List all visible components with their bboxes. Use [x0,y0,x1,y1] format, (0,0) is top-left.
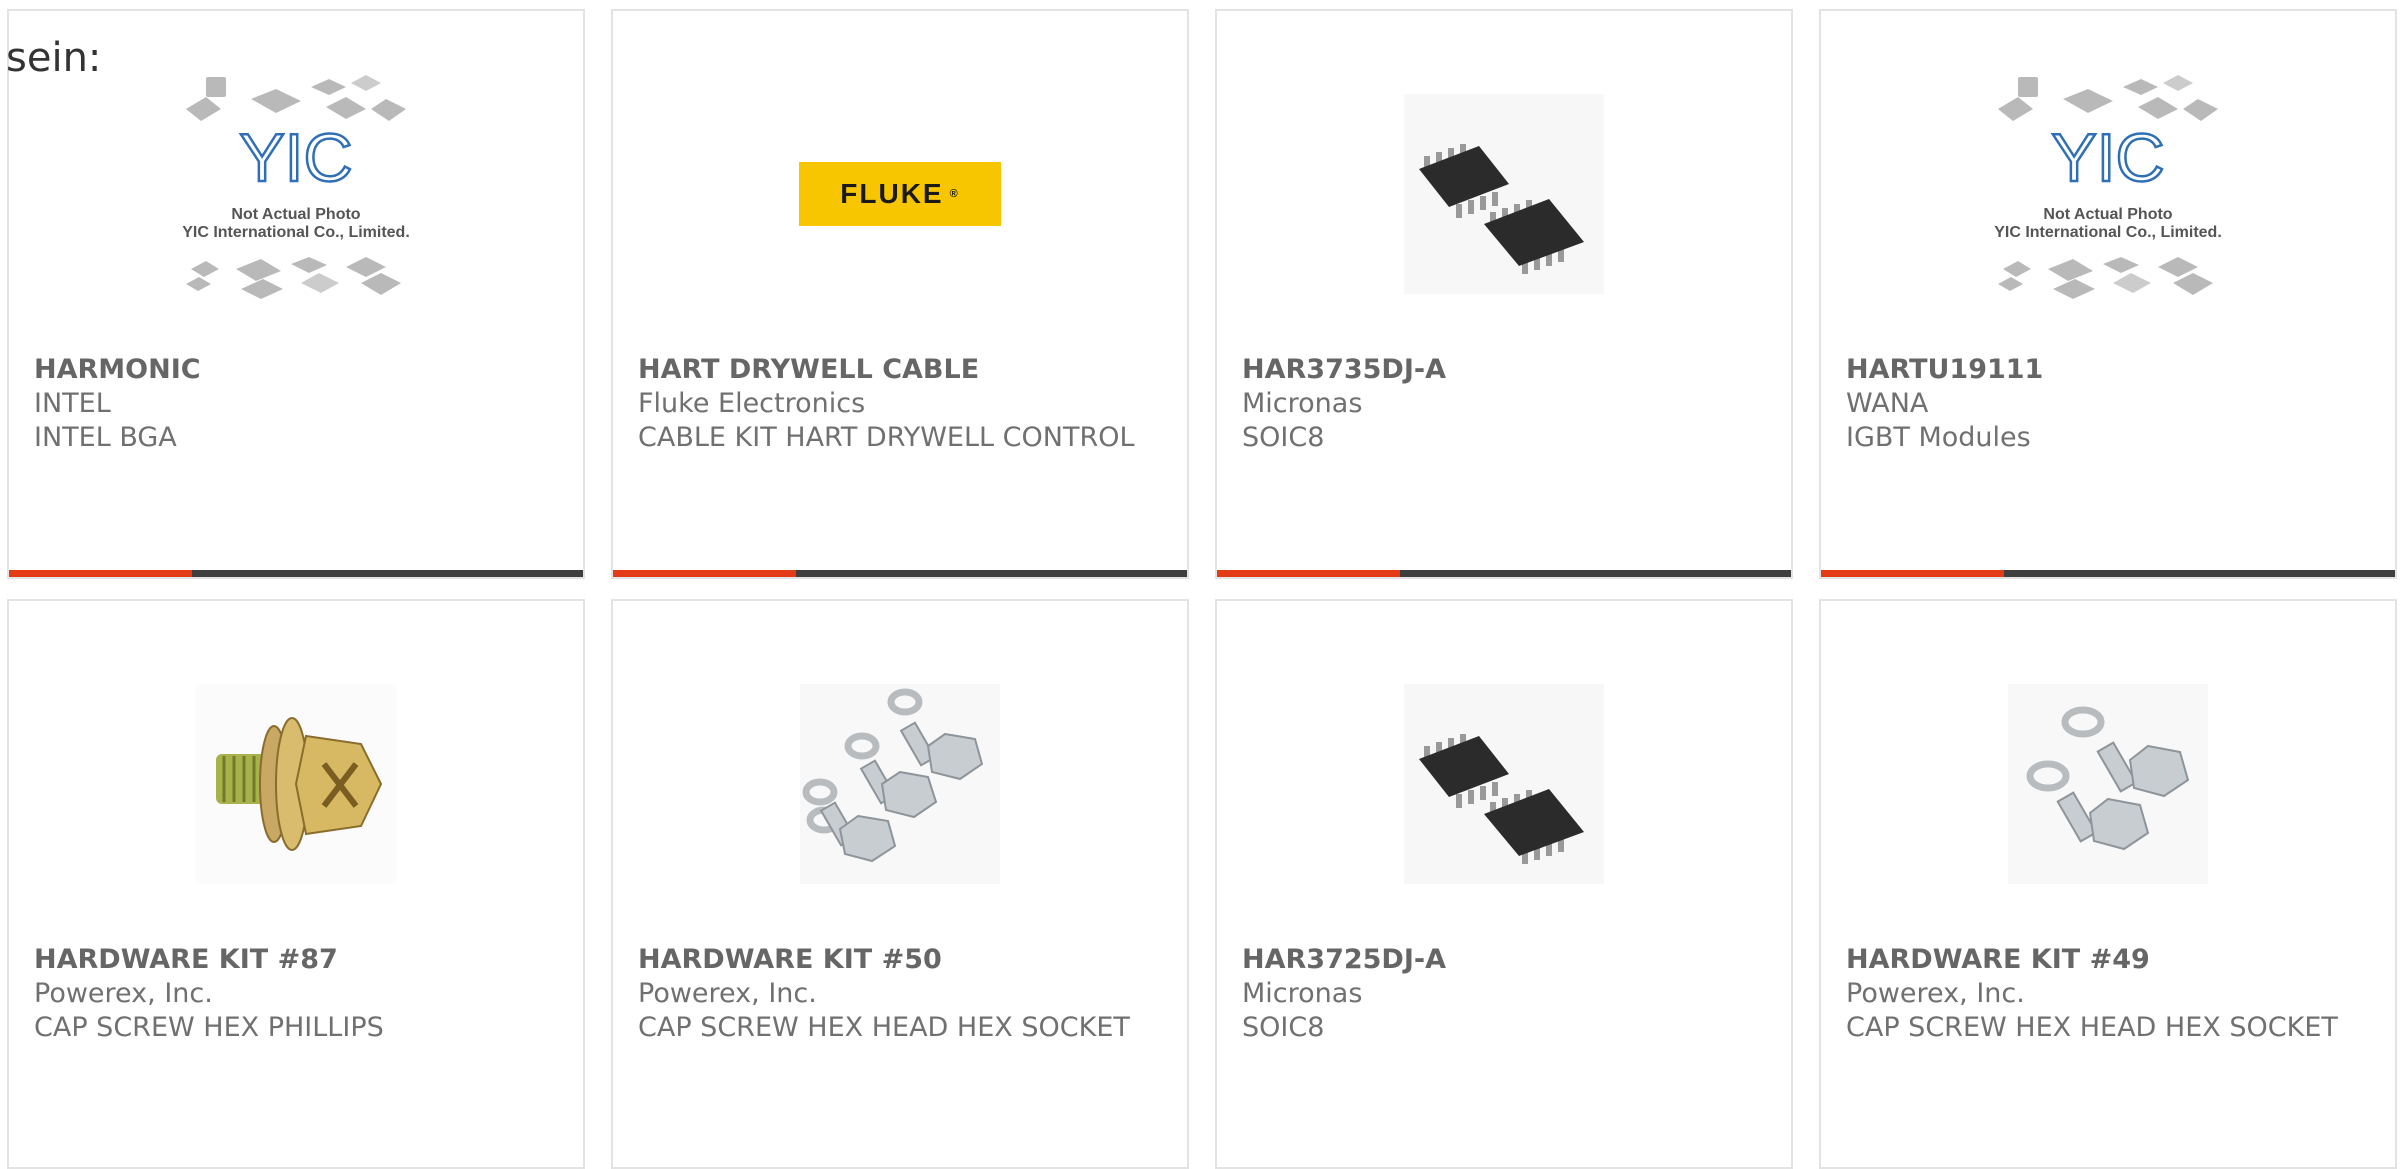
svg-text:Not Actual Photo: Not Actual Photo [2043,206,2172,223]
product-info: HARDWARE KIT #50 Powerex, Inc. CAP SCREW… [638,943,1167,1045]
product-image[interactable]: YIC Not Actual Photo YIC International C… [1821,46,2395,341]
product-card[interactable]: YIC Not Actual Photo YIC International C… [1819,9,2397,579]
manufacturer: Micronas [1242,978,1363,1009]
yic-placeholder-icon: YIC Not Actual Photo YIC International C… [182,74,410,299]
intro-text: sein: [6,35,102,81]
product-info: HAR3725DJ-A Micronas SOIC8 [1242,943,1771,1045]
product-image[interactable]: YIC Not Actual Photo YIC International C… [9,46,583,341]
product-info: HARDWARE KIT #87 Powerex, Inc. CAP SCREW… [34,943,563,1045]
product-image[interactable] [1821,636,2395,931]
product-card[interactable]: HARDWARE KIT #87 Powerex, Inc. CAP SCREW… [7,599,585,1169]
part-number-link[interactable]: HARDWARE KIT #50 [638,943,1167,977]
part-number-link[interactable]: HARTU19111 [1846,353,2375,387]
product-image[interactable]: FLUKE ® [613,46,1187,341]
svg-text:YIC International Co., Limited: YIC International Co., Limited. [182,224,410,241]
hex-bolt-kit-icon [2008,683,2208,884]
description: CAP SCREW HEX HEAD HEX SOCKET [1846,1012,2338,1043]
yic-logo: YIC [239,120,352,196]
product-card[interactable]: YIC Not Actual Photo YIC International C… [7,9,585,579]
svg-text:Not Actual Photo: Not Actual Photo [231,206,360,223]
product-card[interactable]: HARDWARE KIT #49 Powerex, Inc. CAP SCREW… [1819,599,2397,1169]
manufacturer: Powerex, Inc. [638,978,817,1009]
product-info: HARMONIC INTEL INTEL BGA [34,353,563,455]
yic-logo: YIC [2051,120,2164,196]
product-card[interactable]: FLUKE ® HART DRYWELL CABLE Fluke Electron… [611,9,1189,579]
soic8-chip-icon [1404,683,1604,884]
product-info: HAR3735DJ-A Micronas SOIC8 [1242,353,1771,455]
soic8-chip-icon [1404,93,1604,294]
part-number-link[interactable]: HART DRYWELL CABLE [638,353,1167,387]
product-image[interactable] [613,636,1187,931]
part-number-link[interactable]: HARDWARE KIT #49 [1846,943,2375,977]
product-image[interactable] [9,636,583,931]
hex-bolt-kit-icon [800,683,1000,884]
product-card[interactable]: HAR3725DJ-A Micronas SOIC8 [1215,599,1793,1169]
part-number-link[interactable]: HAR3735DJ-A [1242,353,1771,387]
product-info: HARDWARE KIT #49 Powerex, Inc. CAP SCREW… [1846,943,2375,1045]
manufacturer: Fluke Electronics [638,388,866,419]
product-image[interactable] [1217,46,1791,341]
card-accent-bar [1821,570,2395,577]
product-info: HARTU19111 WANA IGBT Modules [1846,353,2375,455]
part-number-link[interactable]: HARMONIC [34,353,563,387]
product-card[interactable]: HARDWARE KIT #50 Powerex, Inc. CAP SCREW… [611,599,1189,1169]
description: CAP SCREW HEX HEAD HEX SOCKET [638,1012,1130,1043]
manufacturer: Powerex, Inc. [1846,978,2025,1009]
product-info: HART DRYWELL CABLE Fluke Electronics CAB… [638,353,1167,455]
description: SOIC8 [1242,1012,1325,1043]
manufacturer: WANA [1846,388,1929,419]
part-number-link[interactable]: HAR3725DJ-A [1242,943,1771,977]
description: CABLE KIT HART DRYWELL CONTROL [638,422,1135,453]
description: INTEL BGA [34,422,177,453]
fluke-logo-icon: FLUKE ® [799,161,1001,226]
manufacturer: INTEL [34,388,111,419]
card-accent-bar [1217,570,1791,577]
part-number-link[interactable]: HARDWARE KIT #87 [34,943,563,977]
svg-text:YIC International Co., Limited: YIC International Co., Limited. [1994,224,2222,241]
description: SOIC8 [1242,422,1325,453]
card-accent-bar [613,570,1187,577]
description: CAP SCREW HEX PHILLIPS [34,1012,384,1043]
product-image[interactable] [1217,636,1791,931]
product-card[interactable]: HAR3735DJ-A Micronas SOIC8 [1215,9,1793,579]
phillips-screw-icon [196,683,396,884]
description: IGBT Modules [1846,422,2031,453]
manufacturer: Micronas [1242,388,1363,419]
card-accent-bar [9,570,583,577]
yic-placeholder-icon: YIC Not Actual Photo YIC International C… [1994,74,2222,299]
manufacturer: Powerex, Inc. [34,978,213,1009]
